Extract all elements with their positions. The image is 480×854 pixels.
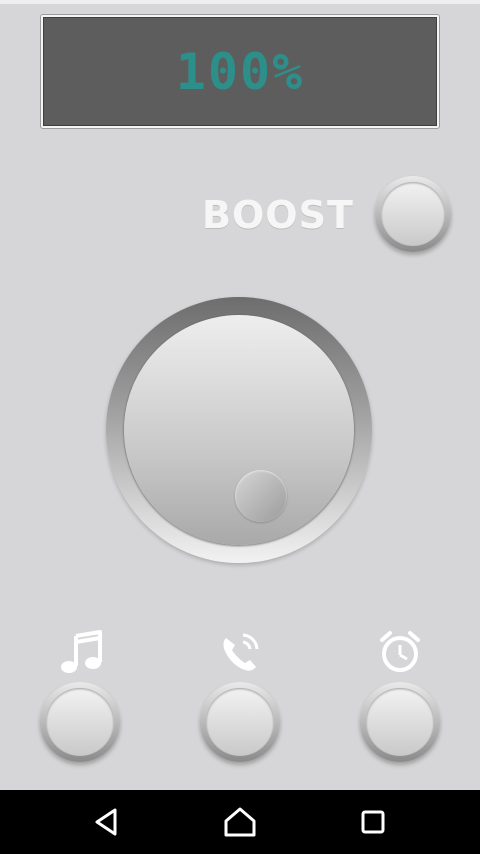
level-readout: 100% <box>175 42 305 101</box>
boost-label: BOOST <box>202 193 354 237</box>
call-mode-button[interactable] <box>200 682 280 762</box>
home-icon[interactable] <box>218 800 262 844</box>
phone-call-icon <box>223 633 259 671</box>
alarm-mode-button[interactable] <box>360 682 440 762</box>
volume-knob[interactable] <box>106 297 372 563</box>
level-display: 100% <box>40 14 440 129</box>
music-mode-button[interactable] <box>40 682 120 762</box>
alarm-clock-icon <box>380 631 420 672</box>
music-note-icon <box>61 630 102 673</box>
boost-button[interactable] <box>375 176 451 252</box>
lcd-screen: 100% <box>43 17 437 126</box>
volume-knob-indicator[interactable] <box>235 470 287 522</box>
recents-square-icon[interactable] <box>351 800 395 844</box>
back-triangle-icon[interactable] <box>85 800 129 844</box>
navigation-bar <box>0 790 480 854</box>
status-strip <box>0 0 480 4</box>
